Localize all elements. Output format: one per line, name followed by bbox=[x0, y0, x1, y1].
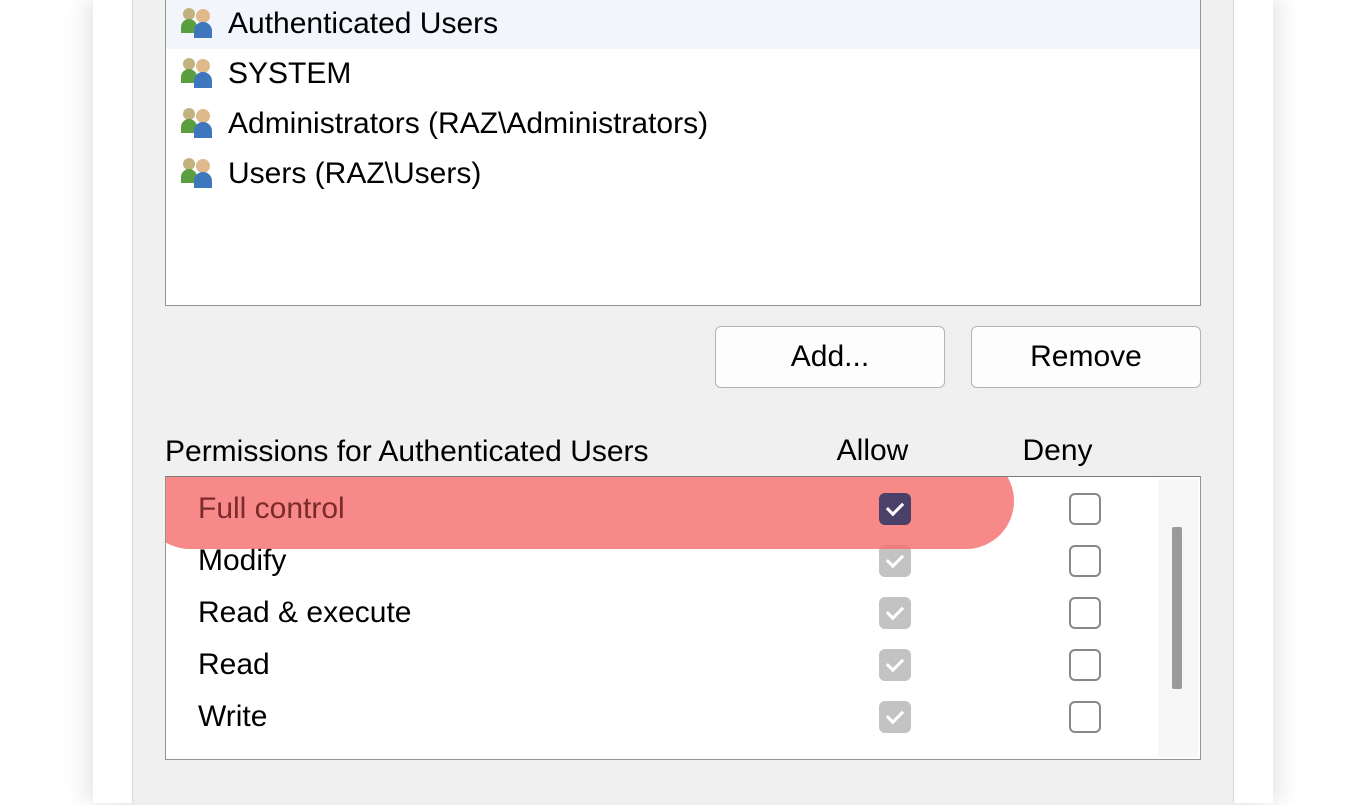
permission-row-read-execute: Read & execute bbox=[166, 587, 1200, 639]
allow-checkbox-read-execute[interactable] bbox=[879, 597, 911, 629]
permission-row-write: Write bbox=[166, 691, 1200, 743]
permission-row-modify: Modify bbox=[166, 535, 1200, 587]
allow-cell bbox=[800, 649, 990, 681]
add-button[interactable]: Add... bbox=[715, 326, 945, 388]
users-group-icon bbox=[180, 107, 220, 141]
allow-checkbox-read[interactable] bbox=[879, 649, 911, 681]
deny-checkbox-modify[interactable] bbox=[1069, 545, 1101, 577]
deny-cell bbox=[990, 649, 1180, 681]
permission-label: Read bbox=[166, 648, 800, 682]
permission-label: Modify bbox=[166, 544, 800, 578]
allow-checkbox-modify[interactable] bbox=[879, 545, 911, 577]
deny-column-header: Deny bbox=[965, 434, 1150, 470]
deny-checkbox-write[interactable] bbox=[1069, 701, 1101, 733]
permissions-listbox[interactable]: Full control Modify bbox=[165, 476, 1201, 760]
permission-label: Write bbox=[166, 700, 800, 734]
allow-cell bbox=[800, 701, 990, 733]
deny-cell bbox=[990, 701, 1180, 733]
security-dialog: Authenticated Users SYSTEM Administrator… bbox=[132, 0, 1234, 803]
permission-row-full-control: Full control bbox=[166, 483, 1200, 535]
group-row-users[interactable]: Users (RAZ\Users) bbox=[166, 149, 1200, 199]
remove-button[interactable]: Remove bbox=[971, 326, 1201, 388]
allow-cell bbox=[800, 493, 990, 525]
groups-listbox[interactable]: Authenticated Users SYSTEM Administrator… bbox=[165, 0, 1201, 306]
group-row-administrators[interactable]: Administrators (RAZ\Administrators) bbox=[166, 99, 1200, 149]
permissions-header-label: Permissions for Authenticated Users bbox=[165, 434, 780, 470]
group-row-authenticated-users[interactable]: Authenticated Users bbox=[166, 0, 1200, 49]
group-row-system[interactable]: SYSTEM bbox=[166, 49, 1200, 99]
allow-column-header: Allow bbox=[780, 434, 965, 470]
permission-rows: Full control Modify bbox=[166, 477, 1200, 743]
group-label: Users (RAZ\Users) bbox=[228, 157, 481, 191]
users-group-icon bbox=[180, 7, 220, 41]
allow-checkbox-write[interactable] bbox=[879, 701, 911, 733]
users-group-icon bbox=[180, 57, 220, 91]
deny-checkbox-full-control[interactable] bbox=[1069, 493, 1101, 525]
users-group-icon bbox=[180, 157, 220, 191]
permission-label: Read & execute bbox=[166, 596, 800, 630]
group-label: Administrators (RAZ\Administrators) bbox=[228, 107, 708, 141]
allow-checkbox-full-control[interactable] bbox=[879, 493, 911, 525]
page-container: Authenticated Users SYSTEM Administrator… bbox=[93, 0, 1273, 803]
deny-checkbox-read[interactable] bbox=[1069, 649, 1101, 681]
permission-label: Full control bbox=[166, 492, 800, 526]
allow-cell bbox=[800, 597, 990, 629]
buttons-row: Add... Remove bbox=[165, 326, 1201, 388]
deny-cell bbox=[990, 493, 1180, 525]
group-label: SYSTEM bbox=[228, 57, 351, 91]
deny-cell bbox=[990, 545, 1180, 577]
allow-cell bbox=[800, 545, 990, 577]
deny-cell bbox=[990, 597, 1180, 629]
group-label: Authenticated Users bbox=[228, 7, 498, 41]
permission-row-read: Read bbox=[166, 639, 1200, 691]
permissions-area: Full control Modify bbox=[165, 476, 1201, 760]
permissions-header: Permissions for Authenticated Users Allo… bbox=[165, 396, 1201, 470]
deny-checkbox-read-execute[interactable] bbox=[1069, 597, 1101, 629]
